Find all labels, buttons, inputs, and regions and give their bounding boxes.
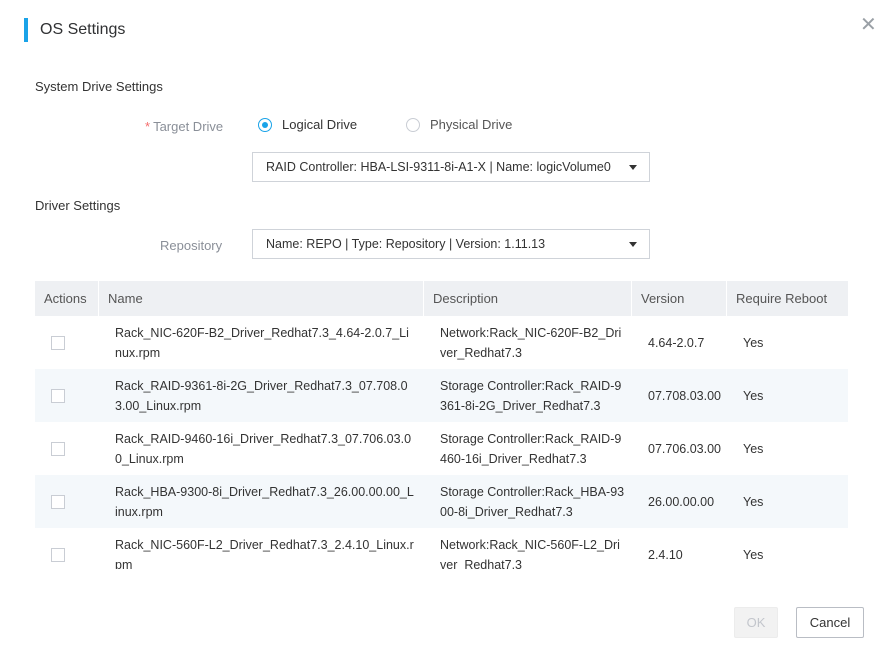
table-row: Rack_NIC-620F-B2_Driver_Redhat7.3_4.64-2…: [35, 316, 848, 369]
table-row: Rack_HBA-9300-8i_Driver_Redhat7.3_26.00.…: [35, 475, 848, 528]
table-header: Actions Name Description Version Require…: [35, 281, 848, 316]
repository-select[interactable]: Name: REPO | Type: Repository | Version:…: [252, 229, 650, 259]
cell-name: Rack_RAID-9460-16i_Driver_Redhat7.3_07.7…: [115, 431, 412, 466]
cell-name: Rack_NIC-560F-L2_Driver_Redhat7.3_2.4.10…: [115, 537, 414, 570]
table-row: Rack_RAID-9460-16i_Driver_Redhat7.3_07.7…: [35, 422, 848, 475]
radio-logical-drive[interactable]: Logical Drive: [258, 117, 357, 132]
column-header-version: Version: [632, 281, 727, 316]
cell-description: Storage Controller:Rack_RAID-9361-8i-2G_…: [440, 378, 622, 413]
cell-name: Rack_RAID-9361-8i-2G_Driver_Redhat7.3_07…: [115, 378, 408, 413]
column-header-name: Name: [99, 281, 424, 316]
drive-select[interactable]: RAID Controller: HBA-LSI-9311-8i-A1-X | …: [252, 152, 650, 182]
title-accent-bar: [24, 18, 28, 42]
cell-description: Network:Rack_NIC-560F-L2_Driver_Redhat7.…: [440, 537, 620, 570]
cell-reboot: Yes: [743, 335, 764, 350]
driver-table: Actions Name Description Version Require…: [35, 281, 848, 569]
column-header-actions: Actions: [35, 281, 99, 316]
table-row: Rack_RAID-9361-8i-2G_Driver_Redhat7.3_07…: [35, 369, 848, 422]
column-header-description: Description: [424, 281, 632, 316]
cell-version: 2.4.10: [648, 547, 683, 562]
cell-version: 4.64-2.0.7: [648, 335, 705, 350]
system-drive-heading: System Drive Settings: [35, 79, 163, 94]
row-checkbox[interactable]: [51, 388, 65, 403]
cell-version: 07.706.03.00: [648, 441, 721, 456]
cell-version: 26.00.00.00: [648, 494, 715, 509]
drive-select-value: RAID Controller: HBA-LSI-9311-8i-A1-X | …: [266, 160, 611, 174]
row-checkbox[interactable]: [51, 494, 65, 509]
cell-description: Storage Controller:Rack_RAID-9460-16i_Dr…: [440, 431, 622, 466]
radio-label: Physical Drive: [430, 117, 513, 132]
radio-unchecked-icon: [406, 117, 420, 132]
repository-label: Repository: [160, 238, 223, 253]
row-checkbox[interactable]: [51, 547, 65, 562]
table-body: Rack_NIC-620F-B2_Driver_Redhat7.3_4.64-2…: [35, 316, 848, 569]
row-checkbox[interactable]: [51, 441, 65, 456]
row-checkbox[interactable]: [51, 335, 65, 350]
cell-version: 07.708.03.00: [648, 388, 721, 403]
cell-description: Storage Controller:Rack_HBA-9300-8i_Driv…: [440, 484, 625, 519]
dialog-title: OS Settings: [40, 21, 126, 38]
radio-checked-icon: [258, 117, 272, 132]
cell-reboot: Yes: [743, 494, 764, 509]
cell-name: Rack_NIC-620F-B2_Driver_Redhat7.3_4.64-2…: [115, 325, 409, 360]
caret-down-icon: [629, 165, 637, 170]
cancel-button[interactable]: Cancel: [796, 607, 864, 638]
cell-reboot: Yes: [743, 547, 764, 562]
ok-button[interactable]: OK: [734, 607, 778, 638]
cell-description: Network:Rack_NIC-620F-B2_Driver_Redhat7.…: [440, 325, 622, 360]
radio-label: Logical Drive: [282, 117, 358, 132]
driver-settings-heading: Driver Settings: [35, 198, 121, 213]
required-asterisk: *: [145, 119, 151, 134]
target-drive-label: * Target Drive: [145, 119, 224, 134]
cell-name: Rack_HBA-9300-8i_Driver_Redhat7.3_26.00.…: [115, 484, 414, 519]
cell-reboot: Yes: [743, 388, 764, 403]
cell-reboot: Yes: [743, 441, 764, 456]
repository-select-value: Name: REPO | Type: Repository | Version:…: [266, 237, 546, 251]
column-header-require-reboot: Require Reboot: [736, 291, 828, 306]
table-row: Rack_NIC-560F-L2_Driver_Redhat7.3_2.4.10…: [35, 528, 848, 569]
caret-down-icon: [629, 242, 637, 247]
radio-physical-drive[interactable]: Physical Drive: [406, 117, 512, 132]
close-icon[interactable]: ✕: [860, 15, 877, 35]
